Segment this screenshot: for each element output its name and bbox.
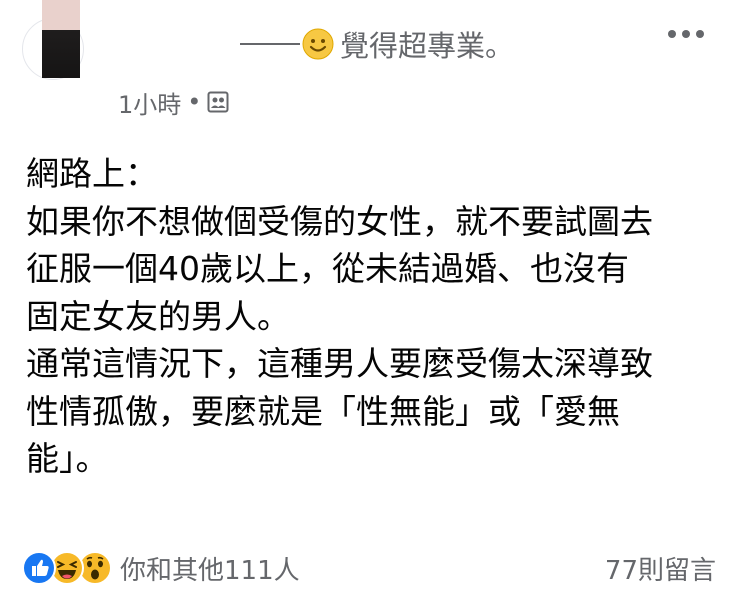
reactions-summary[interactable]: 你和其他111人 xyxy=(22,548,300,588)
post-body: 網路上： 如果你不想做個受傷的女性，就不要試圖去 征服一個40歲以上，從未結過婚… xyxy=(26,150,726,483)
meta-separator: • xyxy=(187,88,202,116)
post-line: 固定女友的男人。 xyxy=(26,296,290,336)
more-dot xyxy=(696,30,704,38)
post-meta: 1小時 • xyxy=(118,85,229,120)
post-line: 性情孤傲，要麼就是「性無能」或「愛無 xyxy=(26,391,620,431)
name-redaction-line xyxy=(240,43,300,45)
author-name[interactable]: 覺得超專業。 xyxy=(340,23,514,65)
avatar[interactable] xyxy=(22,0,86,80)
facebook-post: 覺得超專業。 1小時 • 網路上： 如果你不想做個受傷的女性，就不要試圖去 征服… xyxy=(0,0,740,605)
more-dot xyxy=(668,30,676,38)
post-line: 網路上： xyxy=(26,154,158,193)
more-dot xyxy=(682,30,690,38)
author-line[interactable]: 覺得超專業。 xyxy=(240,22,514,66)
smile-emoji-icon xyxy=(302,28,334,60)
post-line: 能」。 xyxy=(26,439,109,478)
reaction-count[interactable]: 你和其他111人 xyxy=(120,550,300,587)
post-line: 征服一個40歲以上，從未結過婚、也沒有 xyxy=(26,249,629,288)
post-timestamp[interactable]: 1小時 xyxy=(118,85,181,120)
more-icon[interactable] xyxy=(668,26,708,42)
post-line: 如果你不想做個受傷的女性，就不要試圖去 xyxy=(26,201,653,241)
comment-count[interactable]: 77則留言 xyxy=(605,548,716,588)
post-line: 通常這情況下，這種男人要麼受傷太深導致 xyxy=(26,344,653,383)
like-icon xyxy=(22,551,56,585)
friends-icon[interactable] xyxy=(207,91,229,113)
avatar-redaction xyxy=(42,0,80,78)
